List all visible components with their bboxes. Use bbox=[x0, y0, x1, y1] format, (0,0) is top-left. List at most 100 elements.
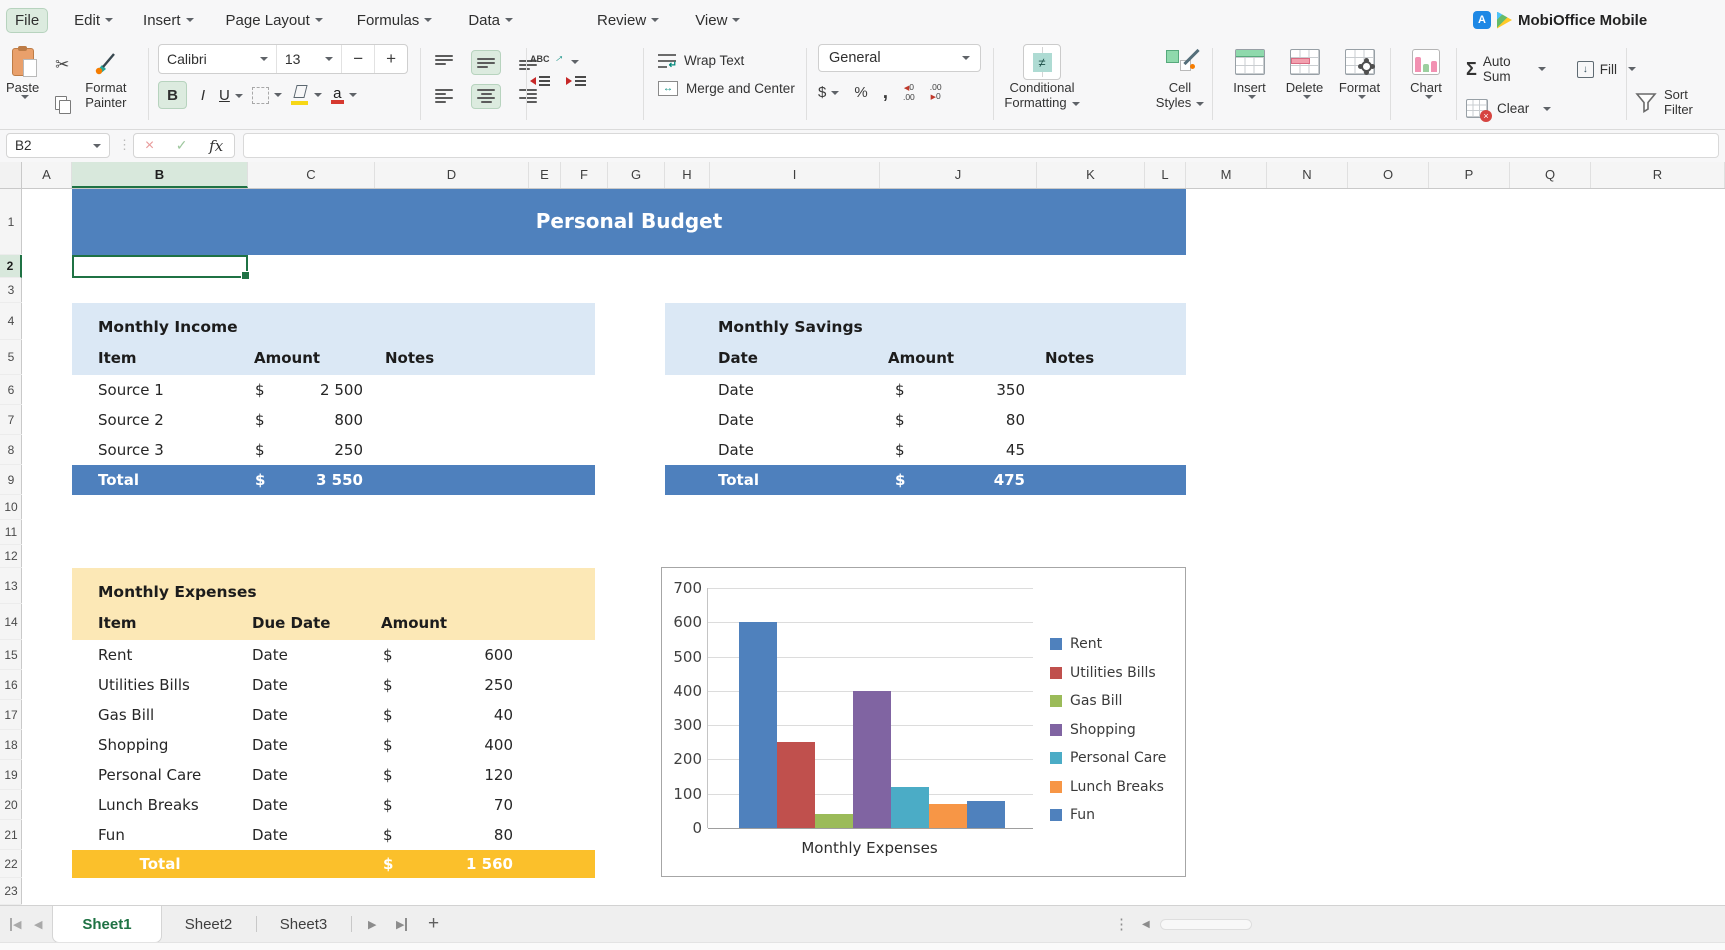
previous-sheet-button[interactable]: ◀ bbox=[34, 906, 42, 942]
menu-data[interactable]: Data bbox=[468, 12, 513, 29]
row-header-9[interactable]: 9 bbox=[0, 465, 22, 495]
horizontal-scrollbar-thumb[interactable] bbox=[1160, 919, 1252, 930]
select-all-corner[interactable] bbox=[0, 162, 22, 189]
decrease-indent-button[interactable] bbox=[530, 76, 550, 86]
row-header-12[interactable]: 12 bbox=[0, 545, 22, 568]
format-cells-button[interactable]: Format bbox=[1332, 44, 1387, 128]
income-row[interactable]: Source 2 $ 800 bbox=[72, 405, 595, 435]
row-header-21[interactable]: 21 bbox=[0, 820, 22, 850]
expenses-table-header[interactable]: Monthly Expenses Item Due Date Amount bbox=[72, 568, 595, 640]
google-play-icon[interactable] bbox=[1497, 12, 1512, 29]
conditional-formatting-button[interactable]: ≠ Conditional Formatting bbox=[998, 44, 1086, 110]
menu-formulas[interactable]: Formulas bbox=[357, 12, 433, 29]
sheet-grid[interactable]: Personal Budget Monthly Income Item Amou… bbox=[22, 189, 1725, 905]
align-center-button[interactable] bbox=[471, 84, 501, 109]
income-table-header[interactable]: Monthly Income Item Amount Notes bbox=[72, 303, 595, 375]
sort-filter-button[interactable]: Sort Filter bbox=[1634, 44, 1693, 144]
row-header-1[interactable]: 1 bbox=[0, 189, 22, 255]
row-header-11[interactable]: 11 bbox=[0, 520, 22, 545]
column-header-P[interactable]: P bbox=[1429, 162, 1510, 188]
drag-handle-icon[interactable]: ⋮ bbox=[118, 137, 131, 153]
align-middle-button[interactable] bbox=[471, 50, 501, 75]
row-header-4[interactable]: 4 bbox=[0, 303, 22, 340]
format-painter-button[interactable]: Format Painter bbox=[85, 44, 126, 128]
savings-row[interactable]: Date $ 80 bbox=[665, 405, 1186, 435]
delete-cells-button[interactable]: Delete bbox=[1277, 44, 1332, 128]
tab-sheet1[interactable]: Sheet1 bbox=[52, 906, 162, 943]
fill-handle[interactable] bbox=[241, 271, 250, 280]
chart-button[interactable]: Chart bbox=[1398, 44, 1454, 99]
income-row[interactable]: Source 3 $ 250 bbox=[72, 435, 595, 465]
menu-review[interactable]: Review bbox=[597, 12, 659, 29]
cancel-icon[interactable]: × bbox=[145, 137, 154, 155]
column-header-F[interactable]: F bbox=[561, 162, 608, 188]
insert-cells-button[interactable]: Insert bbox=[1222, 44, 1277, 128]
percent-format-button[interactable]: % bbox=[854, 84, 867, 101]
borders-button[interactable] bbox=[252, 87, 282, 104]
increase-decimal-button[interactable]: ◀0.00 bbox=[903, 83, 915, 102]
expense-row[interactable]: Rent Date $ 600 bbox=[72, 640, 595, 670]
row-header-2[interactable]: 2 bbox=[0, 255, 22, 278]
row-header-17[interactable]: 17 bbox=[0, 700, 22, 730]
app-store-icon[interactable]: A bbox=[1473, 11, 1491, 29]
column-header-A[interactable]: A bbox=[22, 162, 72, 188]
expense-row[interactable]: Utilities Bills Date $ 250 bbox=[72, 670, 595, 700]
column-header-O[interactable]: O bbox=[1348, 162, 1429, 188]
column-header-Q[interactable]: Q bbox=[1510, 162, 1591, 188]
menu-edit[interactable]: Edit bbox=[74, 12, 113, 29]
sheet-title-cell[interactable]: Personal Budget bbox=[72, 189, 1186, 255]
row-header-19[interactable]: 19 bbox=[0, 760, 22, 790]
font-name-select[interactable]: Calibri bbox=[159, 45, 276, 73]
column-header-B[interactable]: B bbox=[72, 162, 248, 188]
decrease-font-size-button[interactable]: − bbox=[341, 45, 374, 73]
row-header-20[interactable]: 20 bbox=[0, 790, 22, 820]
currency-format-button[interactable]: $ bbox=[818, 84, 839, 101]
embedded-chart[interactable]: 7006005004003002001000 Monthly Expenses … bbox=[661, 567, 1186, 877]
row-header-5[interactable]: 5 bbox=[0, 340, 22, 375]
underline-button[interactable]: U bbox=[219, 87, 243, 104]
menu-view[interactable]: View bbox=[695, 12, 740, 29]
column-header-E[interactable]: E bbox=[529, 162, 561, 188]
expense-row[interactable]: Fun Date $ 80 bbox=[72, 820, 595, 850]
expense-row[interactable]: Gas Bill Date $ 40 bbox=[72, 700, 595, 730]
next-sheet-button[interactable]: ▶ bbox=[368, 906, 376, 942]
expense-row[interactable]: Personal Care Date $ 120 bbox=[72, 760, 595, 790]
menu-file[interactable]: File bbox=[6, 8, 48, 33]
column-header-L[interactable]: L bbox=[1145, 162, 1186, 188]
name-box[interactable]: B2 bbox=[6, 133, 110, 158]
column-header-G[interactable]: G bbox=[608, 162, 665, 188]
confirm-icon[interactable]: ✓ bbox=[176, 137, 188, 154]
column-header-N[interactable]: N bbox=[1267, 162, 1348, 188]
highlight-color-button[interactable] bbox=[291, 85, 322, 105]
tab-sheet3[interactable]: Sheet3 bbox=[257, 906, 350, 942]
align-left-button[interactable] bbox=[430, 85, 458, 108]
column-header-M[interactable]: M bbox=[1186, 162, 1267, 188]
savings-total-row[interactable]: Total $ 475 bbox=[665, 465, 1186, 495]
tab-sheet2[interactable]: Sheet2 bbox=[162, 906, 255, 942]
column-header-R[interactable]: R bbox=[1591, 162, 1725, 188]
bold-button[interactable]: B bbox=[158, 81, 187, 109]
last-sheet-button[interactable]: ▶ bbox=[396, 906, 407, 942]
savings-row[interactable]: Date $ 350 bbox=[665, 375, 1186, 405]
row-header-7[interactable]: 7 bbox=[0, 405, 22, 435]
formula-input[interactable] bbox=[243, 133, 1719, 158]
wrap-text-button[interactable]: ↵ Wrap Text bbox=[658, 53, 795, 68]
scroll-left-icon[interactable]: ◀ bbox=[1142, 906, 1150, 942]
spell-check-button[interactable]: ABC → bbox=[530, 50, 586, 64]
row-header-18[interactable]: 18 bbox=[0, 730, 22, 760]
column-header-K[interactable]: K bbox=[1037, 162, 1145, 188]
column-header-J[interactable]: J bbox=[880, 162, 1037, 188]
font-size-select[interactable]: 13 bbox=[276, 45, 341, 73]
row-header-23[interactable]: 23 bbox=[0, 878, 22, 905]
column-header-D[interactable]: D bbox=[375, 162, 529, 188]
first-sheet-button[interactable]: ◀ bbox=[10, 906, 21, 942]
row-header-13[interactable]: 13 bbox=[0, 568, 22, 604]
row-header-15[interactable]: 15 bbox=[0, 640, 22, 670]
row-header-14[interactable]: 14 bbox=[0, 604, 22, 640]
font-color-button[interactable]: a bbox=[331, 87, 357, 104]
increase-indent-button[interactable] bbox=[566, 76, 586, 86]
row-header-10[interactable]: 10 bbox=[0, 495, 22, 520]
italic-button[interactable]: I bbox=[196, 87, 210, 104]
row-header-8[interactable]: 8 bbox=[0, 435, 22, 465]
fill-button[interactable]: ↓Fill bbox=[1577, 61, 1636, 78]
